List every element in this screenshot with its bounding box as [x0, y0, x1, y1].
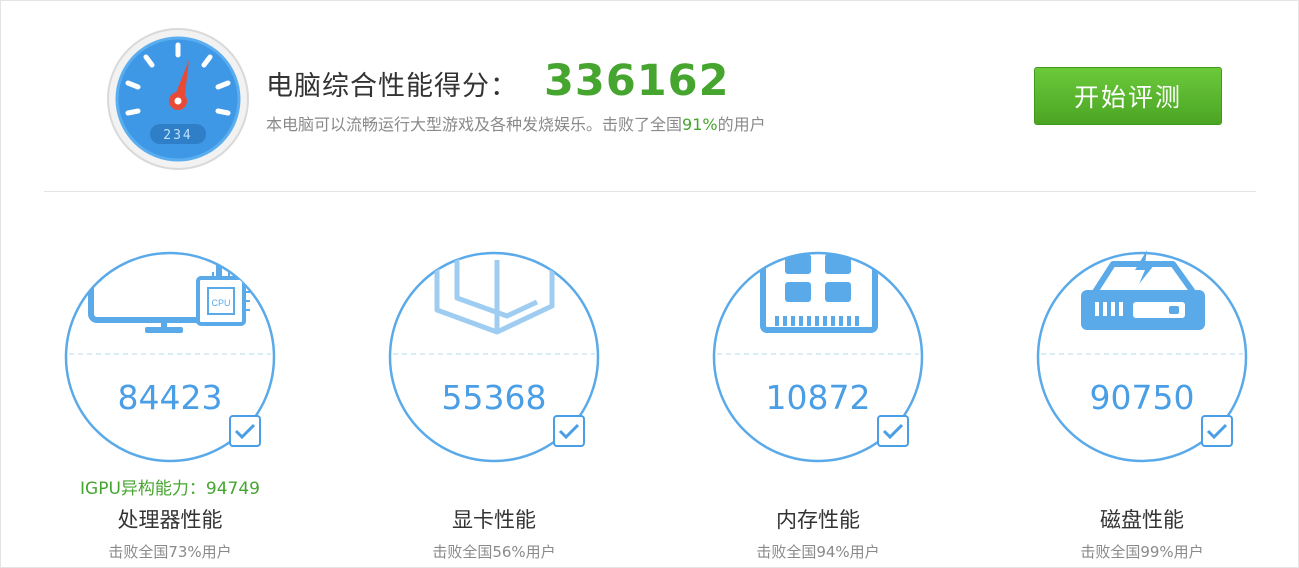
- check-icon: [1206, 423, 1228, 440]
- cpu-performance-card: CPU 84423 IGPU异构能力：94749 处理器性能 击败全国73%用户: [48, 250, 308, 568]
- disk-rank: 击败全国99%用户: [1080, 543, 1204, 561]
- description-percent: 91%: [682, 115, 718, 134]
- description-text: 本电脑可以流畅运行大型游戏及各种发烧娱乐。击败了全国: [266, 115, 683, 134]
- cpu-score: 84423: [117, 378, 223, 417]
- disk-score: 90750: [1089, 378, 1195, 417]
- check-icon: [234, 423, 256, 440]
- gpu-performance-card: 55368 显卡性能 击败全国56%用户: [372, 250, 632, 568]
- gauge-readout: 234: [163, 128, 192, 143]
- score-title: 电脑综合性能得分：: [266, 71, 518, 102]
- start-benchmark-button[interactable]: 开始评测: [1034, 67, 1222, 125]
- chip-label: CPU: [211, 298, 230, 308]
- gpu-rank: 击败全国56%用户: [432, 543, 556, 561]
- memory-rank: 击败全国94%用户: [756, 543, 880, 561]
- total-score: 336162: [544, 56, 730, 106]
- memory-score: 10872: [765, 378, 871, 417]
- speedometer-icon: 234: [107, 28, 249, 170]
- gpu-score: 55368: [441, 378, 547, 417]
- cpu-rank: 击败全国73%用户: [108, 543, 232, 561]
- description-suffix: 的用户: [717, 115, 766, 134]
- score-description: 本电脑可以流畅运行大型游戏及各种发烧娱乐。击败了全国91%的用户: [266, 111, 766, 135]
- check-icon: [882, 423, 904, 440]
- gpu-label: 显卡性能: [452, 508, 536, 532]
- memory-checkbox[interactable]: [877, 415, 909, 447]
- gpu-checkbox[interactable]: [553, 415, 585, 447]
- disk-label: 磁盘性能: [1100, 508, 1184, 532]
- score-title-row: 电脑综合性能得分： 336162: [266, 56, 730, 106]
- memory-performance-card: 10872 内存性能 击败全国94%用户: [696, 250, 956, 568]
- cpu-label: 处理器性能: [117, 508, 223, 532]
- memory-label: 内存性能: [776, 508, 860, 532]
- igpu-score: IGPU异构能力：94749: [80, 479, 260, 499]
- cpu-checkbox[interactable]: [229, 415, 261, 447]
- disk-performance-card: 90750 磁盘性能 击败全国99%用户: [1020, 250, 1280, 568]
- disk-checkbox[interactable]: [1201, 415, 1233, 447]
- divider: [44, 191, 1256, 192]
- check-icon: [558, 423, 580, 440]
